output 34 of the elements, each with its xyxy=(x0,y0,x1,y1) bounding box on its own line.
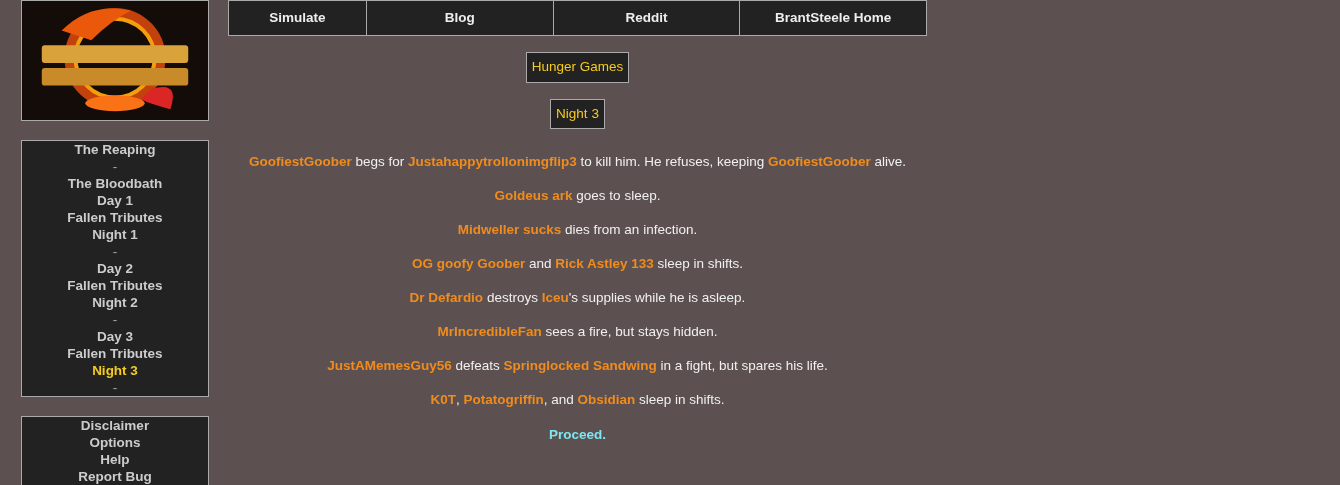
menu-link[interactable]: Help xyxy=(100,451,130,468)
proceed-link[interactable]: Proceed. xyxy=(549,424,606,445)
phase-link[interactable]: Day 3 xyxy=(97,328,133,345)
phase-link[interactable]: Night 3 xyxy=(92,362,138,379)
event-text: Goldeus ark goes to sleep. xyxy=(494,186,661,204)
nav-link[interactable]: Blog xyxy=(365,1,553,36)
phase-link[interactable]: The Reaping xyxy=(74,141,156,158)
event-text: GoofiestGoober begs for Justahappytrollonimgflip3 to kill him. He refuses, keeping GoofiestGoober alive. xyxy=(248,152,907,170)
phase-link[interactable]: Night 2 xyxy=(92,294,138,311)
separator-text: - xyxy=(112,311,118,328)
phase-link[interactable]: Day 1 xyxy=(97,192,133,209)
event-text: JustAMemesGuy56 defeats Springlocked Sandwing in a fight, but spares his life. xyxy=(327,356,828,374)
nav-link[interactable]: Simulate xyxy=(229,1,366,36)
nav-link[interactable]: BrantSteele Home xyxy=(739,1,926,36)
phase-link[interactable]: Fallen Tributes xyxy=(67,277,163,294)
separator-text: - xyxy=(112,379,118,396)
phase-link[interactable]: Fallen Tributes xyxy=(67,209,163,226)
event-text: Midweller sucks dies from an infection. xyxy=(457,220,698,238)
nav-link[interactable]: Reddit xyxy=(552,1,740,36)
phase-link[interactable]: Fallen Tributes xyxy=(67,345,163,362)
menu-link[interactable]: Report Bug xyxy=(78,468,152,485)
phase-link[interactable]: Day 2 xyxy=(97,260,133,277)
phase-title: Night 3 xyxy=(550,98,605,129)
menu-link[interactable]: Options xyxy=(89,434,141,451)
game-title: Hunger Games xyxy=(525,52,630,83)
menu-link[interactable]: Disclaimer xyxy=(80,417,150,434)
event-text: MrIncredibleFan sees a fire, but stays hidden. xyxy=(437,322,718,340)
phase-link[interactable]: The Bloodbath xyxy=(67,175,163,192)
event-text: K0T, Potatogriffin, and Obsidian sleep in shifts. xyxy=(430,390,725,408)
separator-text: - xyxy=(112,243,118,260)
phase-link[interactable]: Night 1 xyxy=(92,226,138,243)
event-text: OG goofy Goober and Rick Astley 133 sleep in shifts. xyxy=(411,254,744,272)
separator-text: - xyxy=(112,158,118,175)
event-text: Dr Defardio destroys Iceu's supplies while he is asleep. xyxy=(409,288,746,306)
